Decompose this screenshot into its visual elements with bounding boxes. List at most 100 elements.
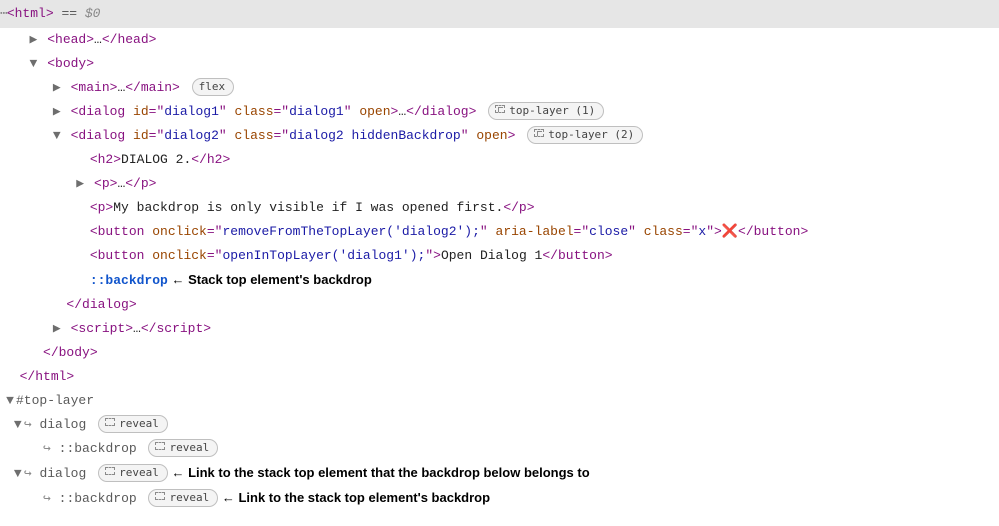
tree-line[interactable]: ▶ <p>…</p>: [4, 172, 995, 196]
top-layer-header[interactable]: ▼#top-layer: [4, 389, 995, 413]
punct: =": [683, 224, 699, 239]
drag-icon: [155, 492, 165, 500]
drag-icon: [534, 129, 544, 137]
val-class: dialog2 hiddenBackdrop: [289, 128, 461, 143]
html-open-tag[interactable]: <html>: [7, 6, 54, 21]
tree-line[interactable]: <button onclick =" removeFromTheTopLayer('…: [4, 220, 995, 244]
tree-line[interactable]: <p>My backdrop is only visible if I was …: [4, 196, 995, 220]
body-open[interactable]: <body>: [47, 56, 94, 71]
tree-line[interactable]: ▶ <head>…</head>: [4, 28, 995, 52]
drag-icon: [105, 467, 115, 475]
attr-class: class: [234, 104, 273, 119]
return-arrow-icon: ↪: [43, 491, 51, 506]
punct: =": [149, 104, 165, 119]
top-layer-badge-2[interactable]: top-layer (2): [527, 126, 643, 144]
top-layer-dialog[interactable]: dialog: [39, 417, 86, 432]
tree-line[interactable]: ▶ <dialog id="dialog1" class="dialog1" o…: [4, 100, 995, 124]
punct: =": [149, 128, 165, 143]
h2-text: DIALOG 2.: [121, 152, 191, 167]
top-layer-backdrop[interactable]: ::backdrop: [59, 491, 137, 506]
val-onclick: openInTopLayer('dialog1');: [222, 248, 425, 263]
script-close[interactable]: </script>: [141, 321, 211, 336]
punct: =": [574, 224, 590, 239]
arrow-left-icon: ←: [168, 465, 188, 480]
script-open[interactable]: <script>: [71, 321, 133, 336]
dialog2-open[interactable]: <dialog: [71, 128, 133, 143]
ellipsis-icon: ⋯: [0, 2, 7, 26]
tree-line[interactable]: ▼ <dialog id="dialog2" class="dialog2 hi…: [4, 124, 995, 148]
collapse-arrow-icon[interactable]: ▼: [51, 124, 63, 148]
eq: ==: [54, 6, 85, 21]
expand-arrow-icon[interactable]: ▶: [27, 28, 39, 52]
button-close[interactable]: </button>: [542, 248, 612, 263]
punct: >: [433, 248, 441, 263]
dialog1-close[interactable]: </dialog>: [406, 104, 476, 119]
tree-line[interactable]: ::backdrop ← Stack top element's backdro…: [4, 268, 995, 293]
val-aria: close: [589, 224, 628, 239]
button-open[interactable]: <button: [90, 248, 152, 263]
tree-line[interactable]: ▶ <script>…</script>: [4, 317, 995, 341]
top-layer-label: #top-layer: [16, 393, 94, 408]
drag-icon: [105, 418, 115, 426]
tree-line[interactable]: ▼ <body>: [4, 52, 995, 76]
p-close[interactable]: </p>: [503, 200, 534, 215]
button-open[interactable]: <button: [90, 224, 152, 239]
return-arrow-icon: ↪: [24, 466, 32, 481]
top-layer-item[interactable]: ▼↪ dialog reveal ← Link to the stack top…: [4, 461, 995, 486]
top-layer-dialog[interactable]: dialog: [39, 466, 86, 481]
annotation-text: Link to the stack top element's backdrop: [238, 490, 490, 505]
top-layer-badge-1[interactable]: top-layer (1): [488, 102, 604, 120]
collapse-arrow-icon[interactable]: ▼: [12, 413, 24, 437]
val-onclick: removeFromTheTopLayer('dialog2');: [222, 224, 479, 239]
expand-arrow-icon[interactable]: ▶: [74, 172, 86, 196]
html-close[interactable]: </html>: [20, 369, 75, 384]
punct: =": [274, 128, 290, 143]
tree-line[interactable]: ▶ <main>…</main> flex: [4, 76, 995, 100]
punct: >: [508, 128, 516, 143]
attr-onclick: onclick: [152, 224, 207, 239]
tree-line[interactable]: </dialog>: [4, 293, 995, 317]
h2-close[interactable]: </h2>: [191, 152, 230, 167]
pseudo-backdrop[interactable]: ::backdrop: [90, 273, 168, 288]
collapse-arrow-icon[interactable]: ▼: [27, 52, 39, 76]
dialog-close[interactable]: </dialog>: [66, 297, 136, 312]
top-layer-subitem[interactable]: ↪ ::backdrop reveal: [4, 437, 995, 461]
reveal-badge[interactable]: reveal: [98, 415, 168, 433]
tree-line[interactable]: </body>: [4, 341, 995, 365]
p-open[interactable]: <p>: [90, 200, 113, 215]
p-close[interactable]: </p>: [125, 176, 156, 191]
dom-tree[interactable]: ▶ <head>…</head> ▼ <body> ▶ <main>…</mai…: [0, 28, 999, 521]
return-arrow-icon: ↪: [43, 441, 51, 456]
reveal-badge[interactable]: reveal: [148, 439, 218, 457]
head-close[interactable]: </head>: [102, 32, 157, 47]
button-close[interactable]: </button>: [738, 224, 808, 239]
tree-line[interactable]: <h2>DIALOG 2.</h2>: [4, 148, 995, 172]
main-open[interactable]: <main>: [71, 80, 118, 95]
ellipsis: …: [94, 32, 102, 47]
expand-arrow-icon[interactable]: ▶: [51, 100, 63, 124]
tree-line[interactable]: <button onclick="openInTopLayer('dialog1…: [4, 244, 995, 268]
reveal-badge[interactable]: reveal: [148, 489, 218, 507]
h2-open[interactable]: <h2>: [90, 152, 121, 167]
punct: =": [274, 104, 290, 119]
expand-arrow-icon[interactable]: ▶: [51, 76, 63, 100]
collapse-arrow-icon[interactable]: ▼: [4, 389, 16, 413]
attr-class: class: [644, 224, 683, 239]
dollar-zero: $0: [85, 6, 101, 21]
body-close[interactable]: </body>: [43, 345, 98, 360]
top-layer-item[interactable]: ▼↪ dialog reveal: [4, 413, 995, 437]
reveal-badge[interactable]: reveal: [98, 464, 168, 482]
p-open[interactable]: <p>: [94, 176, 117, 191]
top-layer-subitem[interactable]: ↪ ::backdrop reveal ← Link to the stack …: [4, 486, 995, 511]
dialog1-open[interactable]: <dialog: [71, 104, 133, 119]
flex-badge[interactable]: flex: [192, 78, 235, 96]
attr-open: open: [359, 104, 390, 119]
top-layer-backdrop[interactable]: ::backdrop: [59, 441, 137, 456]
head-open[interactable]: <head>: [47, 32, 94, 47]
tree-line[interactable]: </html>: [4, 365, 995, 389]
button-text: Open Dialog 1: [441, 248, 542, 263]
main-close[interactable]: </main>: [125, 80, 180, 95]
expand-arrow-icon[interactable]: ▶: [51, 317, 63, 341]
collapse-arrow-icon[interactable]: ▼: [12, 462, 24, 486]
selected-node-bar: ⋯<html> == $0: [0, 0, 999, 28]
